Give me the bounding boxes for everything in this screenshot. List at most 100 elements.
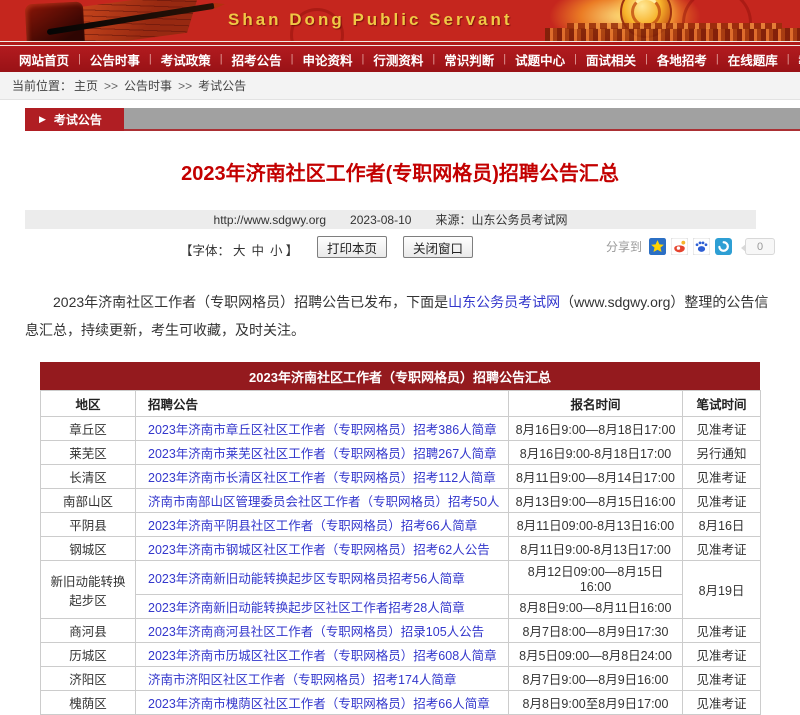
announcement-link[interactable]: 2023年济南市槐荫区社区工作者（专职网格员）招考66人简章 [148, 697, 490, 711]
sdgwy-site-link[interactable]: 山东公务员考试网 [448, 294, 560, 310]
main-nav: 网站首页|公告时事|考试政策|招考公告|申论资料|行测资料|常识判断|试题中心|… [0, 46, 800, 72]
nav-item-1[interactable]: 网站首页 [10, 50, 78, 69]
announcement-cell: 2023年济南市莱芜区社区工作者（专职网格员）招聘267人简章 [136, 441, 509, 465]
exam-time-cell: 见准考证 [683, 417, 761, 441]
section-bar: ▶ 考试公告 [25, 108, 800, 131]
close-window-button[interactable]: 关闭窗口 [403, 236, 473, 258]
font-size-option[interactable]: 大 [230, 244, 249, 258]
article-source: 来源：山东公务员考试网 [435, 211, 567, 228]
font-size-option[interactable]: 小 [267, 244, 286, 258]
breadcrumb-label: 当前位置： [12, 77, 72, 94]
share-bar: 分享到 0 [606, 238, 775, 255]
nav-item-12[interactable]: 教材中心 [790, 50, 800, 69]
nav-item-4[interactable]: 招考公告 [223, 50, 291, 69]
region-cell: 钢城区 [41, 537, 136, 561]
share-count-badge: 0 [745, 238, 775, 255]
qzone-share-icon[interactable] [649, 238, 666, 255]
exam-time-cell: 另行通知 [683, 441, 761, 465]
nav-item-2[interactable]: 公告时事 [81, 50, 149, 69]
table-row: 章丘区 2023年济南市章丘区社区工作者（专职网格员）招考386人简章 8月16日9… [41, 417, 761, 441]
announcement-link[interactable]: 2023年济南市历城区社区工作者（专职网格员）招考608人简章 [148, 649, 497, 663]
table-row: 历城区2023年济南市历城区社区工作者（专职网格员）招考608人简章8月5日09… [41, 643, 761, 667]
buildings-silhouette [567, 23, 782, 29]
signup-time-cell: 8月11日9:00-8月13日17:00 [509, 537, 683, 561]
signup-time-cell: 8月7日8:00—8月9日17:30 [509, 619, 683, 643]
breadcrumb-link[interactable]: 公告时事 [122, 79, 174, 93]
section-tab-label: 考试公告 [54, 111, 102, 128]
signup-time-cell: 8月8日9:00至8月9日17:00 [509, 691, 683, 715]
nav-item-9[interactable]: 面试相关 [577, 50, 645, 69]
announcement-link[interactable]: 2023年济南平阴县社区工作者（专职网格员）招考66人简章 [148, 519, 477, 533]
signup-time-cell: 8月16日9:00—8月18日17:00 [509, 417, 683, 441]
announcement-link[interactable]: 2023年济南商河县社区工作者（专职网格员）招录105人公告 [148, 625, 484, 639]
exam-time-cell: 见准考证 [683, 619, 761, 643]
announcement-cell: 2023年济南市历城区社区工作者（专职网格员）招考608人简章 [136, 643, 509, 667]
nav-item-6[interactable]: 行测资料 [364, 50, 432, 69]
weibo-share-icon[interactable] [671, 238, 688, 255]
arrow-right-icon: ▶ [39, 114, 46, 125]
announcement-link[interactable]: 2023年济南新旧动能转换起步区专职网格员招考56人简章 [148, 572, 465, 586]
baidu-share-icon[interactable] [693, 238, 710, 255]
announcement-cell: 2023年济南商河县社区工作者（专职网格员）招录105人公告 [136, 619, 509, 643]
inkwell-art-icon [25, 2, 85, 41]
nav-item-5[interactable]: 申论资料 [294, 50, 362, 69]
table-row: 2023年济南新旧动能转换起步区社区工作者招考28人简章8月8日9:00—8月1… [41, 595, 761, 619]
breadcrumb: 当前位置：主页>>公告时事>>考试公告 [0, 72, 800, 100]
announcement-link[interactable]: 2023年济南市莱芜区社区工作者（专职网格员）招聘267人简章 [148, 447, 497, 461]
region-cell: 长清区 [41, 465, 136, 489]
signup-time-cell: 8月16日9:00-8月18日17:00 [509, 441, 683, 465]
region-cell: 济阳区 [41, 667, 136, 691]
table-row: 长清区 2023年济南市长清区社区工作者（专职网格员）招考112人简章 8月11日9… [41, 465, 761, 489]
exam-time-cell: 见准考证 [683, 537, 761, 561]
exam-time-cell: 见准考证 [683, 465, 761, 489]
signup-time-cell: 8月7日9:00—8月9日16:00 [509, 667, 683, 691]
print-button[interactable]: 打印本页 [317, 236, 387, 258]
announcement-link[interactable]: 2023年济南新旧动能转换起步区社区工作者招考28人简章 [148, 601, 465, 615]
announcement-cell: 2023年济南市章丘区社区工作者（专职网格员）招考386人简章 [136, 417, 509, 441]
announcement-link[interactable]: 济南市济阳区社区工作者（专职网格员）招考174人简章 [148, 673, 456, 687]
signup-time-cell: 8月11日9:00—8月14日17:00 [509, 465, 683, 489]
region-cell: 章丘区 [41, 417, 136, 441]
column-header: 报名时间 [509, 391, 683, 417]
column-header: 笔试时间 [683, 391, 761, 417]
exam-time-cell: 见准考证 [683, 691, 761, 715]
announcement-cell: 2023年济南市长清区社区工作者（专职网格员）招考112人简章 [136, 465, 509, 489]
font-label-suffix: 】 [286, 244, 299, 258]
share-label: 分享到 [606, 238, 642, 255]
nav-item-3[interactable]: 考试政策 [152, 50, 220, 69]
region-cell: 新旧动能转换起步区 [41, 561, 136, 619]
table-row: 钢城区 2023年济南市钢城区社区工作者（专职网格员）招考62人公告 8月11日9:… [41, 537, 761, 561]
announcement-cell: 2023年济南新旧动能转换起步区专职网格员招考56人简章 [136, 561, 509, 595]
exam-time-cell: 见准考证 [683, 489, 761, 513]
font-label-prefix: 【字体： [180, 244, 230, 258]
nav-item-7[interactable]: 常识判断 [435, 50, 503, 69]
page-title: 2023年济南社区工作者(专职网格员)招聘公告汇总 [0, 157, 800, 186]
banner-slogan: Shan Dong Public Servant [228, 10, 513, 30]
exam-time-cell: 见准考证 [683, 643, 761, 667]
region-cell: 南部山区 [41, 489, 136, 513]
announcement-link[interactable]: 2023年济南市章丘区社区工作者（专职网格员）招考386人简章 [148, 423, 497, 437]
tab-exam-announcements[interactable]: ▶ 考试公告 [25, 108, 124, 131]
table-title: 2023年济南社区工作者（专职网格员）招聘公告汇总 [40, 362, 760, 390]
nav-item-8[interactable]: 试题中心 [506, 50, 574, 69]
column-header: 地区 [41, 391, 136, 417]
breadcrumb-link[interactable]: 考试公告 [196, 79, 248, 93]
site-banner: Shan Dong Public Servant [0, 0, 800, 41]
announcement-link[interactable]: 2023年济南市长清区社区工作者（专职网格员）招考112人简章 [148, 471, 496, 485]
announcement-link[interactable]: 2023年济南市钢城区社区工作者（专职网格员）招考62人公告 [148, 543, 490, 557]
pengyou-share-icon[interactable] [715, 238, 732, 255]
region-cell: 平阴县 [41, 513, 136, 537]
announcement-link[interactable]: 济南市南部山区管理委员会社区工作者（专职网格员）招考50人 [148, 495, 499, 509]
announcement-cell: 2023年济南新旧动能转换起步区社区工作者招考28人简章 [136, 595, 509, 619]
table-row: 莱芜区2023年济南市莱芜区社区工作者（专职网格员）招聘267人简章8月16日9… [41, 441, 761, 465]
nav-item-11[interactable]: 在线题库 [719, 50, 787, 69]
region-cell: 商河县 [41, 619, 136, 643]
table-header-row: 地区招聘公告报名时间笔试时间 [41, 391, 761, 417]
region-cell: 槐荫区 [41, 691, 136, 715]
nav-item-10[interactable]: 各地招考 [648, 50, 716, 69]
table-row: 济阳区济南市济阳区社区工作者（专职网格员）招考174人简章 8月7日9:00—8月… [41, 667, 761, 691]
article-meta-bar: http://www.sdgwy.org 2023-08-10 来源：山东公务员… [25, 210, 756, 229]
breadcrumb-separator: >> [174, 79, 196, 93]
font-size-option[interactable]: 中 [249, 244, 268, 258]
breadcrumb-link[interactable]: 主页 [72, 79, 100, 93]
